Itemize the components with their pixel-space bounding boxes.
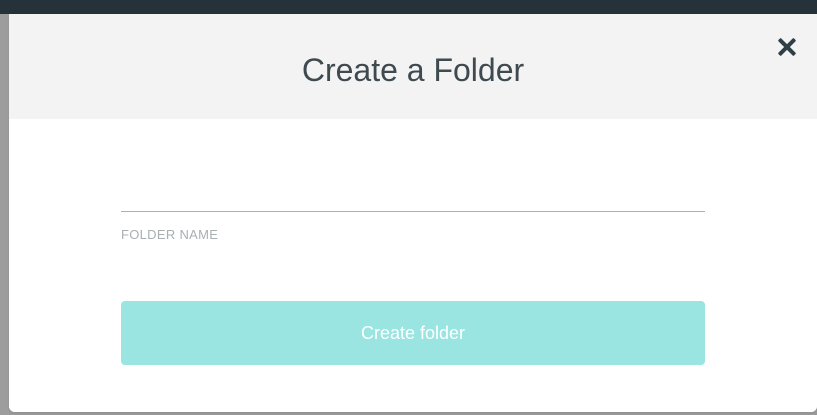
close-icon[interactable] — [777, 37, 797, 57]
folder-name-label: FOLDER NAME — [121, 227, 219, 242]
create-folder-dialog: Create a Folder FOLDER NAME Create folde… — [9, 14, 817, 412]
dialog-body: FOLDER NAME Create folder — [9, 119, 817, 412]
background-top-strip — [0, 0, 817, 14]
dialog-title: Create a Folder — [301, 52, 525, 88]
dialog-header: Create a Folder — [9, 14, 817, 119]
close-button[interactable] — [772, 32, 802, 62]
background-left-strip — [0, 14, 9, 415]
create-folder-button[interactable]: Create folder — [121, 301, 705, 365]
folder-name-input[interactable] — [121, 177, 705, 212]
